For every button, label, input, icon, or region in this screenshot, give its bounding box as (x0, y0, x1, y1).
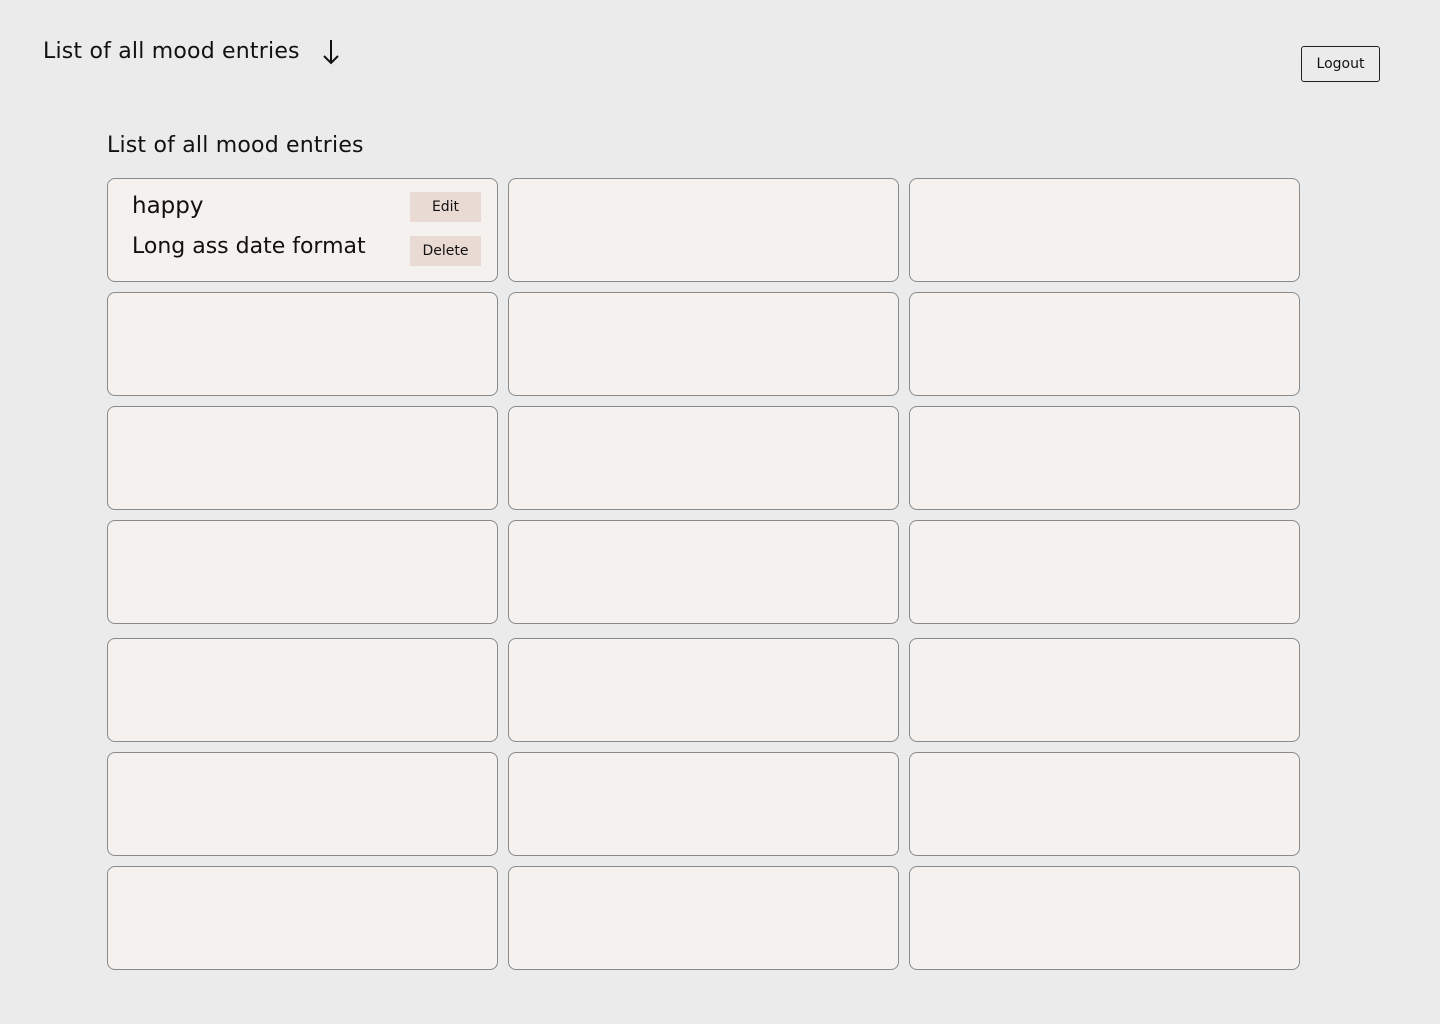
mood-entry-date: Long ass date format (132, 234, 366, 259)
mood-entry-card-empty (107, 520, 498, 624)
mood-entry-card: happy Long ass date format Edit Delete (107, 178, 498, 282)
grid-row (107, 406, 1301, 510)
mood-entry-card-empty (909, 406, 1300, 510)
mood-entry-card-empty (909, 866, 1300, 970)
mood-entry-card-empty (107, 752, 498, 856)
mood-entry-card-empty (508, 866, 899, 970)
mood-entry-card-empty (508, 178, 899, 282)
mood-entry-card-empty (909, 638, 1300, 742)
mood-entry-card-empty (107, 292, 498, 396)
mood-entry-card-empty (508, 406, 899, 510)
grid-row (107, 866, 1301, 970)
mood-entry-card-empty (909, 178, 1300, 282)
page-header-title: List of all mood entries (43, 39, 300, 64)
mood-entries-grid: happy Long ass date format Edit Delete (107, 178, 1301, 980)
arrow-down-icon (320, 36, 342, 68)
grid-row (107, 638, 1301, 742)
delete-button[interactable]: Delete (410, 236, 481, 266)
mood-entry-card-empty (508, 752, 899, 856)
mood-entry-card-empty (909, 752, 1300, 856)
mood-entry-card-empty (909, 520, 1300, 624)
grid-row: happy Long ass date format Edit Delete (107, 178, 1301, 282)
mood-entry-card-empty (508, 638, 899, 742)
section-title: List of all mood entries (107, 133, 364, 158)
mood-entry-card-empty (107, 866, 498, 970)
mood-entry-card-empty (909, 292, 1300, 396)
logout-button[interactable]: Logout (1301, 46, 1380, 82)
mood-entry-card-empty (107, 406, 498, 510)
mood-entry-card-empty (508, 520, 899, 624)
page-header: List of all mood entries (43, 34, 342, 70)
grid-row (107, 520, 1301, 624)
mood-entry-card-empty (107, 638, 498, 742)
mood-entry-mood: happy (132, 193, 204, 219)
edit-button[interactable]: Edit (410, 192, 481, 222)
grid-row (107, 292, 1301, 396)
mood-entry-card-empty (508, 292, 899, 396)
grid-row (107, 752, 1301, 856)
